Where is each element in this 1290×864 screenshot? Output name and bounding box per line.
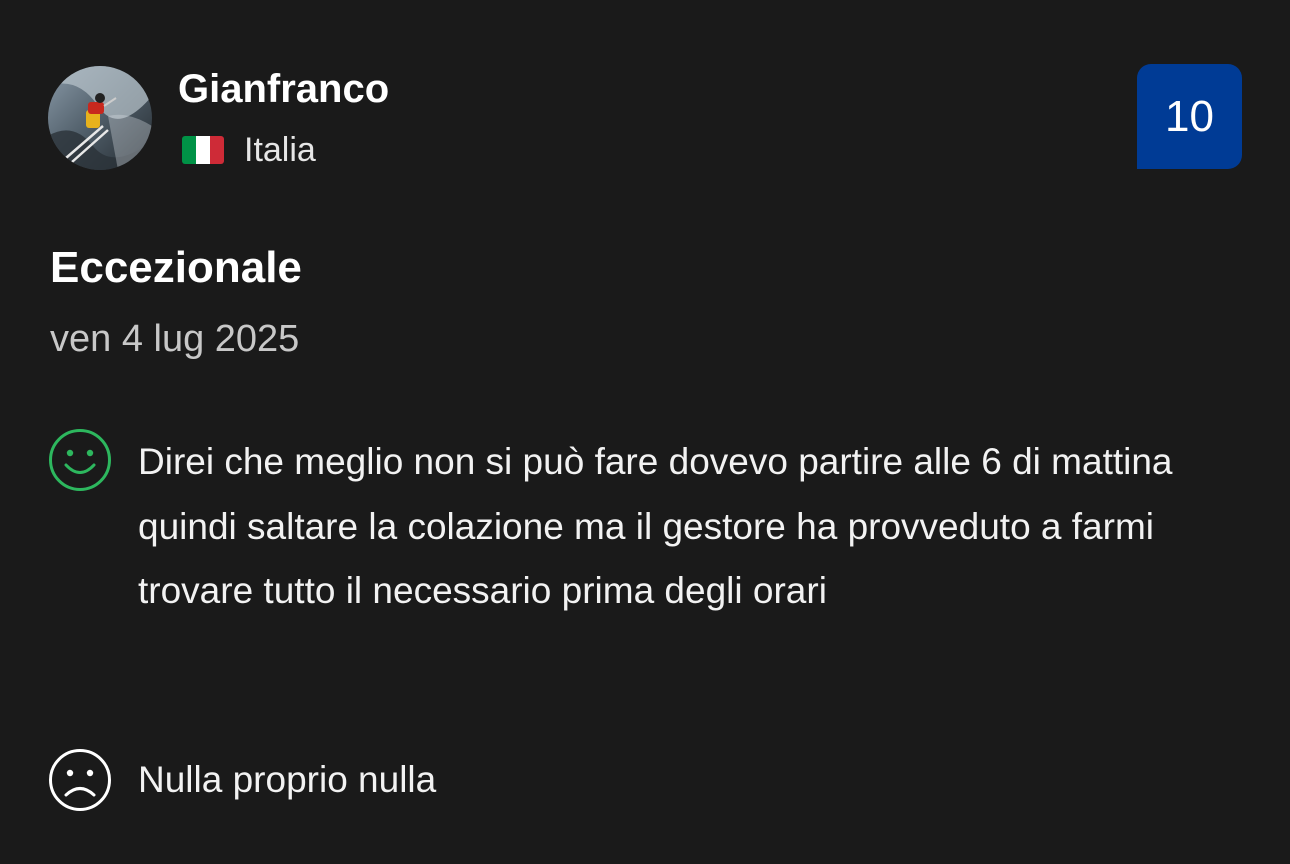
country-name: Italia [244,131,316,169]
reviewer-country: Italia [182,128,316,172]
review-score-badge: 10 [1137,64,1242,169]
sad-face-icon [48,748,112,812]
reviewer-avatar [48,66,152,170]
review-negative-text: Nulla proprio nulla [138,759,437,800]
review-date: ven 4 lug 2025 [50,318,300,360]
reviewer-name: Gianfranco [178,67,390,111]
italy-flag-icon [182,136,224,164]
smile-face-icon [48,428,112,492]
review-positive-text: Direi che meglio non si può fare dovevo … [138,441,1173,611]
review-title: Eccezionale [50,243,302,292]
